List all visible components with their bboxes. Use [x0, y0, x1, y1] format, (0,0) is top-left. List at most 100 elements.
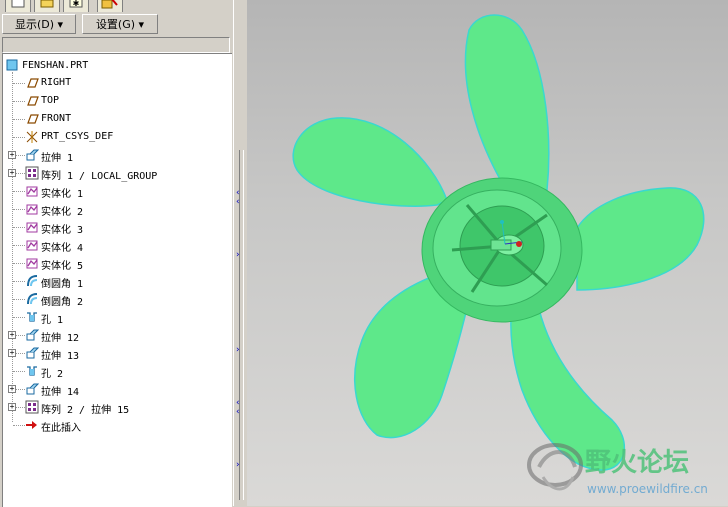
- tree-item-label: RIGHT: [41, 77, 72, 88]
- graphics-viewport[interactable]: 野火论坛 www.proewildfire.cn: [247, 0, 728, 506]
- tree-item[interactable]: RIGHT: [3, 74, 232, 92]
- round-icon: [25, 274, 39, 288]
- hole-icon: [25, 310, 39, 324]
- tree-item[interactable]: 实体化 3: [3, 218, 232, 236]
- tree-item[interactable]: 孔 1: [3, 308, 232, 326]
- tree-item-label: 拉伸 14: [41, 387, 80, 398]
- layer-tab-icon: [101, 0, 118, 8]
- tree-connector-h: [13, 281, 25, 282]
- watermark-title: 野火论坛: [585, 448, 689, 478]
- extrude-icon: [25, 328, 39, 342]
- fan-model: [292, 14, 705, 471]
- solidify-icon: [25, 238, 39, 252]
- tree-item-label: 实体化 2: [41, 207, 84, 218]
- tree-connector-h: [13, 137, 25, 138]
- tree-item-label: FRONT: [41, 113, 72, 124]
- tree-connector-h: [13, 371, 25, 372]
- tree-connector-h: [13, 209, 25, 210]
- tree-connector-h: [13, 263, 25, 264]
- folder-tab-icon: [40, 0, 54, 7]
- tree-item-label: 阵列 1 / LOCAL_GROUP: [41, 171, 158, 182]
- tree-item-label: 拉伸 12: [41, 333, 80, 344]
- tree-item[interactable]: 实体化 1: [3, 182, 232, 200]
- round-icon: [25, 292, 39, 306]
- expand-toggle-icon[interactable]: +: [8, 151, 16, 159]
- tree-connector-h: [13, 227, 25, 228]
- tree-item[interactable]: PRT_CSYS_DEF: [3, 128, 232, 146]
- favorites-tab-icon: ✱: [69, 0, 83, 8]
- settings-menu-button[interactable]: 设置(G) ▾: [82, 14, 158, 34]
- tree-item[interactable]: 孔 2: [3, 362, 232, 380]
- tree-menu-bar: 显示(D) ▾ 设置(G) ▾: [0, 13, 233, 35]
- tree-connector-h: [13, 299, 25, 300]
- tree-item[interactable]: 倒圆角 2: [3, 290, 232, 308]
- pattern-icon: [25, 166, 39, 180]
- tree-connector-h: [13, 119, 25, 120]
- tree-item[interactable]: 倒圆角 1: [3, 272, 232, 290]
- tab-folder-browser[interactable]: [34, 0, 60, 12]
- tree-item[interactable]: + 拉伸 14: [3, 380, 232, 398]
- tree-item[interactable]: FRONT: [3, 110, 232, 128]
- expand-right-arrow-icon-3[interactable]: ›: [236, 460, 240, 470]
- tree-item-label: 拉伸 1: [41, 153, 74, 164]
- datum-plane-icon: [25, 76, 39, 90]
- tree-item[interactable]: + 拉伸 12: [3, 326, 232, 344]
- tree-header-strip: [2, 37, 230, 53]
- tree-connector-h: [13, 317, 25, 318]
- tree-connector-h: [13, 101, 25, 102]
- tab-layer[interactable]: [97, 0, 123, 12]
- tree-item[interactable]: 实体化 4: [3, 236, 232, 254]
- tree-item-label: PRT_CSYS_DEF: [41, 131, 114, 142]
- tree-item-label: 在此插入: [41, 423, 81, 434]
- collapse-left-arrow-icon-4[interactable]: ‹: [236, 407, 240, 417]
- fan-blade-left: [292, 117, 448, 207]
- solidify-icon: [25, 220, 39, 234]
- tree-connector-h: [13, 245, 25, 246]
- tree-item[interactable]: 实体化 2: [3, 200, 232, 218]
- forum-watermark: 野火论坛 www.proewildfire.cn: [519, 437, 728, 506]
- expand-toggle-icon[interactable]: +: [8, 385, 16, 393]
- expand-toggle-icon[interactable]: +: [8, 169, 16, 177]
- model-tree[interactable]: FENSHAN.PRT RIGHT TOP FRONT PRT_CSYS_DEF + 拉伸…: [2, 53, 232, 507]
- expand-toggle-icon[interactable]: +: [8, 349, 16, 357]
- tree-item-label: 拉伸 13: [41, 351, 80, 362]
- display-menu-button[interactable]: 显示(D) ▾: [2, 14, 76, 34]
- tree-item[interactable]: TOP: [3, 92, 232, 110]
- tree-root[interactable]: FENSHAN.PRT: [3, 56, 232, 74]
- collapse-left-arrow-icon-2[interactable]: ‹: [236, 197, 240, 207]
- tree-item-label: 实体化 5: [41, 261, 84, 272]
- tree-item-label: 实体化 4: [41, 243, 84, 254]
- tree-root-label: FENSHAN.PRT: [22, 59, 89, 71]
- tree-connector-h: [13, 191, 25, 192]
- navigator-tabs: ✱: [0, 0, 160, 12]
- tree-tab-icon: [11, 0, 25, 7]
- expand-toggle-icon[interactable]: +: [8, 331, 16, 339]
- expand-right-arrow-icon-2[interactable]: ›: [236, 345, 240, 355]
- tree-item-label: 实体化 1: [41, 189, 84, 200]
- watermark-url: www.proewildfire.cn: [587, 482, 708, 496]
- tree-item[interactable]: 在此插入: [3, 416, 232, 434]
- expand-right-arrow-icon[interactable]: ›: [236, 250, 240, 260]
- datum-plane-icon: [25, 94, 39, 108]
- tree-item[interactable]: + 阵列 1 / LOCAL_GROUP: [3, 164, 232, 182]
- extrude-icon: [25, 148, 39, 162]
- pattern-icon: [25, 400, 39, 414]
- panel-splitter[interactable]: ‹ ‹ › › ‹ ‹ ›: [233, 0, 247, 506]
- tree-item-label: 阵列 2 / 拉伸 15: [41, 405, 130, 416]
- tab-model-tree[interactable]: [5, 0, 31, 12]
- tree-item[interactable]: + 拉伸 13: [3, 344, 232, 362]
- datum-plane-icon: [25, 112, 39, 126]
- insert-here-arrow-icon: [25, 418, 39, 432]
- tree-item[interactable]: + 拉伸 1: [3, 146, 232, 164]
- part-icon: [5, 58, 19, 72]
- tree-connector-h: [13, 83, 25, 84]
- hole-icon: [25, 364, 39, 378]
- tree-item[interactable]: 实体化 5: [3, 254, 232, 272]
- expand-toggle-icon[interactable]: +: [8, 403, 16, 411]
- tab-favorites[interactable]: ✱: [63, 0, 89, 12]
- tree-item[interactable]: + 阵列 2 / 拉伸 15: [3, 398, 232, 416]
- tree-item-label: 孔 1: [41, 315, 64, 326]
- fan-hub: [421, 177, 583, 323]
- tree-item-label: TOP: [41, 95, 60, 106]
- svg-text:✱: ✱: [73, 0, 80, 8]
